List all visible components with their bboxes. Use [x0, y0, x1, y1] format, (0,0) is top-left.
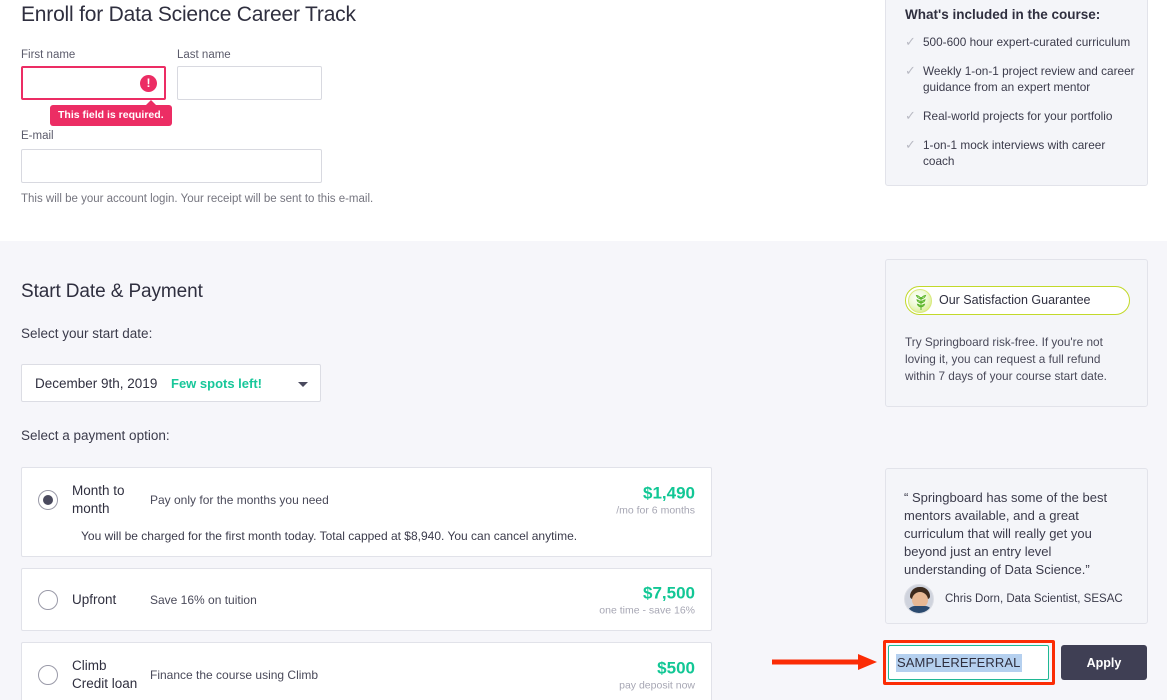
payment-option-card[interactable]: Climb Credit loan Finance the course usin… — [21, 642, 712, 700]
guarantee-pill: Our Satisfaction Guarantee — [905, 286, 1130, 315]
payment-option-row: Month to month Pay only for the months yo… — [38, 482, 695, 518]
included-list-item: ✓ Real-world projects for your portfolio — [905, 108, 1137, 124]
email-input[interactable] — [21, 149, 322, 183]
included-list-item-label: Real-world projects for your portfolio — [923, 109, 1113, 123]
payment-option-radio[interactable] — [38, 665, 58, 685]
payment-option-note: You will be charged for the first month … — [81, 529, 578, 543]
testimonial-quote: “ Springboard has some of the best mento… — [904, 490, 1108, 577]
included-list-item-label: 1-on-1 mock interviews with career coach — [923, 138, 1106, 168]
laurel-badge-icon — [908, 288, 932, 313]
payment-option-card[interactable]: Month to month Pay only for the months yo… — [21, 467, 712, 557]
email-help-text: This will be your account login. Your re… — [21, 193, 374, 205]
page-title: Enroll for Data Science Career Track — [21, 3, 356, 26]
payment-option-name: Upfront — [72, 592, 117, 607]
payment-option-row: Climb Credit loan Finance the course usin… — [38, 657, 695, 693]
check-icon: ✓ — [905, 108, 916, 123]
payment-option-radio[interactable] — [38, 590, 58, 610]
guarantee-body: Try Springboard risk-free. If you're not… — [905, 335, 1107, 383]
payment-option-radio[interactable] — [38, 490, 58, 510]
payment-options-list: Month to month Pay only for the months yo… — [21, 467, 712, 700]
course-included-card: What's included in the course: ✓ 500-600 … — [885, 0, 1148, 186]
email-label: E-mail — [21, 130, 54, 142]
payment-option-price: $7,500 — [643, 583, 695, 603]
start-date-select[interactable]: December 9th, 2019 Few spots left! — [21, 364, 321, 402]
testimonial-author-row: Chris Dorn, Data Scientist, SESAC — [904, 584, 1123, 614]
payment-option-price-block: $7,500 one time - save 16% — [599, 584, 695, 617]
exclamation-icon: ! — [140, 75, 157, 92]
included-list: ✓ 500-600 hour expert-curated curriculum ✓… — [905, 34, 1137, 182]
apply-button[interactable]: Apply — [1061, 645, 1147, 680]
included-list-item: ✓ Weekly 1-on-1 project review and career… — [905, 63, 1137, 95]
payment-option-price-sub: one time - save 16% — [599, 604, 695, 617]
check-icon: ✓ — [905, 63, 916, 78]
first-name-error-tooltip: This field is required. — [50, 100, 172, 126]
payment-option-label: Select a payment option: — [21, 428, 170, 443]
first-name-label: First name — [21, 49, 76, 61]
payment-option-description: Finance the course using Climb — [150, 668, 319, 682]
included-list-item-label: 500-600 hour expert-curated curriculum — [923, 35, 1131, 49]
payment-option-description: Save 16% on tuition — [150, 593, 257, 607]
payment-option-card[interactable]: Upfront Save 16% on tuition $7,500 one time… — [21, 568, 712, 631]
payment-option-name: Climb Credit loan — [72, 658, 138, 691]
payment-option-row: Upfront Save 16% on tuition $7,500 one time… — [38, 583, 695, 617]
avatar-photo — [904, 584, 934, 614]
payment-option-price-block: $1,490/mo for 6 months — [616, 484, 695, 517]
payment-option-price: $500 — [657, 658, 695, 678]
check-icon: ✓ — [905, 137, 916, 152]
payment-option-name: Month to month — [72, 483, 125, 516]
satisfaction-guarantee-card: Our Satisfaction Guarantee Try Springboa… — [885, 259, 1148, 407]
included-list-item: ✓ 500-600 hour expert-curated curriculum — [905, 34, 1137, 50]
guarantee-label: Our Satisfaction Guarantee — [939, 293, 1091, 307]
payment-option-price-sub: pay deposit now — [619, 679, 695, 692]
included-heading: What's included in the course: — [905, 7, 1101, 22]
arrow-right-annotation — [772, 654, 877, 670]
last-name-input[interactable] — [177, 66, 322, 100]
start-date-value: December 9th, 2019 — [35, 376, 158, 391]
payment-option-price: $1,490 — [643, 483, 695, 503]
referral-highlight-annotation — [883, 640, 1055, 685]
payment-option-price-block: $500 pay deposit now — [619, 659, 695, 692]
enrollment-page: Enroll for Data Science Career Track Fir… — [0, 0, 1167, 700]
testimonial-author: Chris Dorn, Data Scientist, SESAC — [945, 593, 1123, 605]
check-icon: ✓ — [905, 34, 916, 49]
last-name-label: Last name — [177, 49, 231, 61]
spots-left-badge: Few spots left! — [171, 376, 263, 391]
included-list-item: ✓ 1-on-1 mock interviews with career coac… — [905, 137, 1137, 169]
start-date-label: Select your start date: — [21, 326, 153, 341]
payment-option-price-sub: /mo for 6 months — [616, 504, 695, 517]
chevron-down-icon — [298, 382, 308, 387]
payment-section-title: Start Date & Payment — [21, 281, 203, 302]
testimonial-card: “ Springboard has some of the best mento… — [885, 468, 1148, 624]
included-list-item-label: Weekly 1-on-1 project review and career … — [923, 64, 1135, 94]
payment-option-description: Pay only for the months you need — [150, 493, 329, 507]
